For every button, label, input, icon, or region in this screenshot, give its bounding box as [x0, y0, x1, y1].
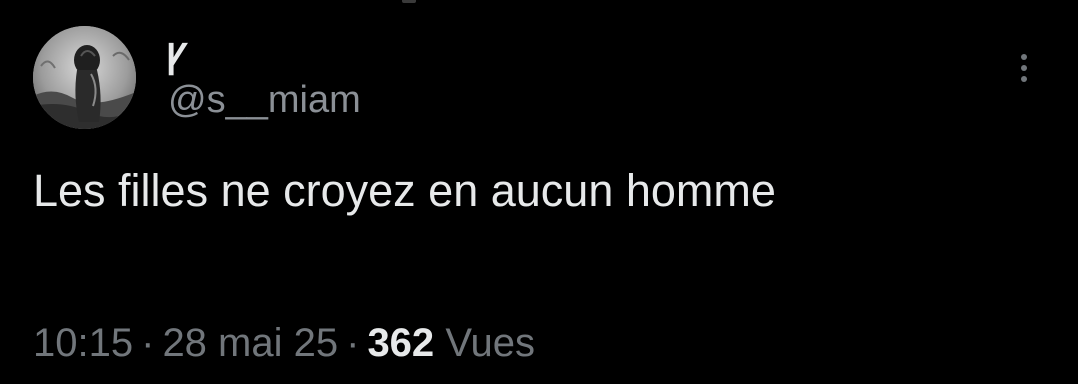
more-vertical-icon	[1021, 54, 1027, 60]
tweet-time[interactable]: 10:15	[33, 321, 133, 365]
username-handle[interactable]: @s__miam	[168, 78, 361, 122]
previous-post-fragment	[402, 0, 416, 3]
tweet-date[interactable]: 28 mai 25	[162, 321, 338, 365]
views-count[interactable]: 362	[367, 321, 434, 365]
avatar-image	[33, 26, 136, 129]
more-vertical-icon-dot	[1021, 65, 1027, 71]
separator: ·	[141, 321, 155, 365]
more-vertical-icon-dot	[1021, 76, 1027, 82]
avatar[interactable]	[33, 26, 136, 129]
tweet-text: Les filles ne croyez en aucun homme	[33, 165, 776, 216]
tweet-metadata: 10:15 · 28 mai 25 · 362 Vues	[33, 318, 535, 368]
display-name[interactable]: ꝩ	[166, 28, 187, 76]
views-label[interactable]: Vues	[445, 321, 535, 365]
more-options-button[interactable]	[1004, 46, 1044, 90]
separator: ·	[346, 321, 360, 365]
